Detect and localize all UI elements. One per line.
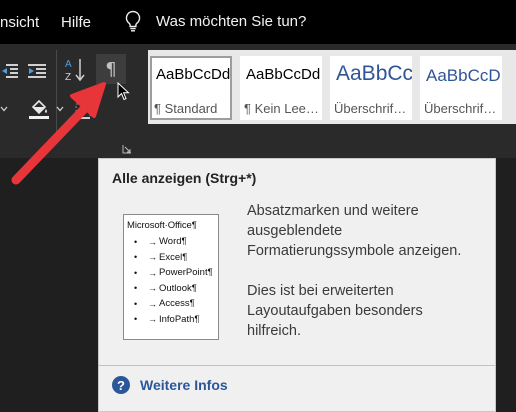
svg-text:A: A <box>65 59 72 70</box>
more-info-label: Weitere Infos <box>140 377 228 393</box>
preview-item: • → Access¶ <box>134 298 195 310</box>
decrease-indent-icon <box>2 64 18 78</box>
paint-bucket-icon <box>29 99 49 119</box>
preview-item: • → Excel¶ <box>134 251 188 263</box>
more-info-link[interactable]: ? Weitere Infos <box>112 376 228 394</box>
style-sample: AaBbCcD <box>426 66 501 85</box>
mouse-cursor-icon <box>117 82 130 101</box>
menu-tab-ansicht[interactable]: nsicht <box>0 14 39 31</box>
tell-me-text: Was möchten Sie tun? <box>156 12 307 30</box>
description-paragraph: Absatzmarken und weitere ausgeblendete F… <box>247 203 462 259</box>
show-all-formatting-button[interactable]: ¶ <box>96 54 126 84</box>
screentip-description: Absatzmarken und weitere ausgeblendete F… <box>247 201 477 361</box>
style-sample: AaBbCcDd <box>156 66 231 83</box>
screentip: Alle anzeigen (Strg+*) Microsoft·Office¶… <box>98 158 496 412</box>
formatting-preview: Microsoft·Office¶ • → Word¶ • → Excel¶ • → Pow… <box>123 214 219 340</box>
chevron-down-icon[interactable] <box>0 106 8 112</box>
style-sample: AaBbCc <box>336 62 412 85</box>
shading-button[interactable] <box>26 96 52 122</box>
styles-gallery: AaBbCcDd ¶ Standard AaBbCcDd ¶ Kein Lee…… <box>148 50 516 124</box>
lightbulb-icon <box>125 10 141 32</box>
increase-indent-icon <box>28 64 46 78</box>
help-icon: ? <box>112 376 130 394</box>
style-name: Überschrif… <box>424 101 497 116</box>
paragraph-dialog-launcher-icon[interactable] <box>122 144 132 154</box>
borders-icon <box>75 103 91 119</box>
style-name: ¶ Standard <box>154 101 218 116</box>
sort-az-icon: A Z <box>65 59 85 83</box>
sort-button[interactable]: A Z <box>62 56 88 84</box>
menu-bar: nsicht Hilfe Was möchten Sie tun? <box>0 0 516 44</box>
style-kein-leerraum[interactable]: AaBbCcDd ¶ Kein Lee… <box>240 56 322 120</box>
preview-list: • → Word¶ • → Excel¶ • → PowerPoint¶ • → Outlook… <box>127 234 218 327</box>
style-standard[interactable]: AaBbCcDd ¶ Standard <box>150 56 232 120</box>
tell-me-search[interactable]: Was möchten Sie tun? <box>124 10 306 32</box>
svg-text:Z: Z <box>65 72 71 83</box>
preview-item: • → InfoPath¶ <box>134 313 200 325</box>
divider <box>99 365 495 366</box>
ribbon-separator <box>56 50 57 134</box>
style-name: ¶ Kein Lee… <box>244 101 319 116</box>
chevron-down-icon[interactable] <box>56 106 64 112</box>
description-paragraph: Dies ist bei erweiterten Layoutaufgaben … <box>247 283 423 339</box>
preview-item: • → PowerPoint¶ <box>134 267 213 279</box>
style-sample: AaBbCcDd <box>246 66 321 83</box>
preview-heading: Microsoft·Office¶ <box>127 220 197 231</box>
screentip-title: Alle anzeigen (Strg+*) <box>112 170 257 186</box>
preview-item: • → Outlook¶ <box>134 282 197 294</box>
ribbon: A Z ¶ AaBbCcDd ¶ Standard AaBbCcDd ¶ Kei… <box>0 44 516 158</box>
style-name: Überschrif… <box>334 101 407 116</box>
menu-tab-hilfe[interactable]: Hilfe <box>61 14 91 31</box>
preview-item: • → Word¶ <box>134 236 187 248</box>
borders-button[interactable] <box>72 98 94 124</box>
decrease-indent-button[interactable] <box>0 58 20 84</box>
style-ueberschrift-2[interactable]: AaBbCcD Überschrif… <box>420 56 502 120</box>
style-ueberschrift-1[interactable]: AaBbCc Überschrif… <box>330 56 412 120</box>
increase-indent-button[interactable] <box>24 58 50 84</box>
